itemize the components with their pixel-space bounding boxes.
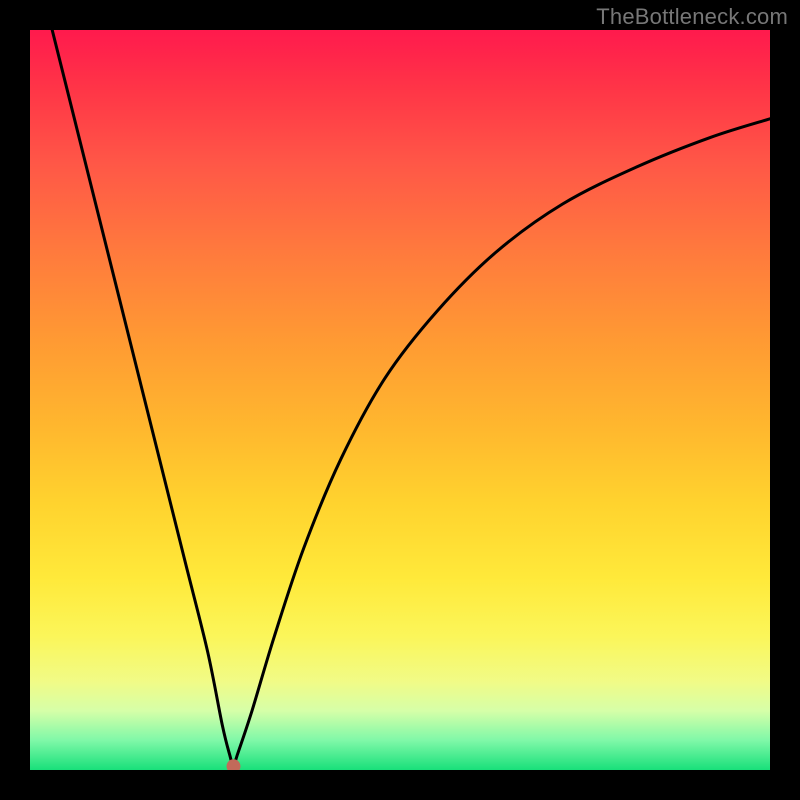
chart-frame: TheBottleneck.com — [0, 0, 800, 800]
minimum-dot — [227, 759, 241, 770]
bottleneck-curve — [52, 30, 770, 766]
watermark-text: TheBottleneck.com — [596, 4, 788, 30]
plot-area — [30, 30, 770, 770]
curve-svg — [30, 30, 770, 770]
